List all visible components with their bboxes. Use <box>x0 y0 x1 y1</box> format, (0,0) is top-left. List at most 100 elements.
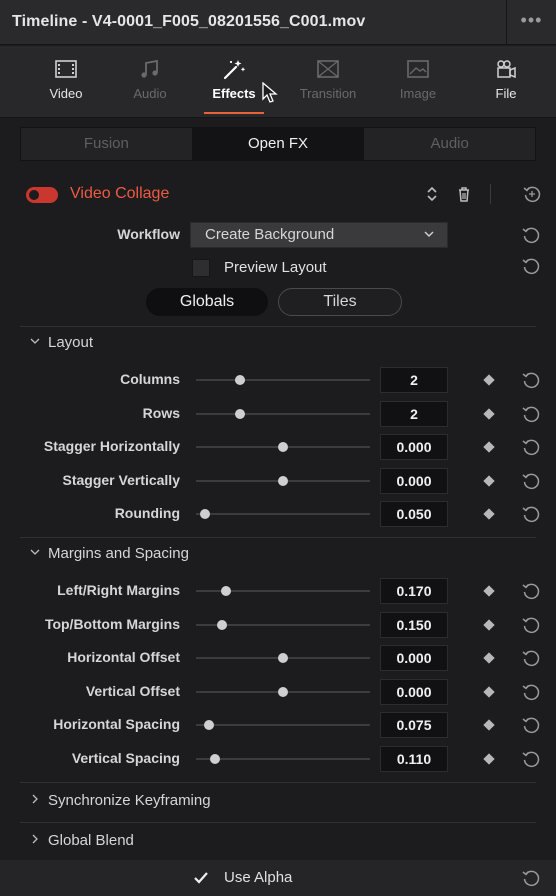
reset-icon[interactable] <box>521 648 541 668</box>
param-row-rows: Rows 2 <box>0 398 556 430</box>
vertical-spacing-slider[interactable] <box>196 753 370 764</box>
keyframe-diamond-icon[interactable] <box>483 585 495 597</box>
magic-wand-icon <box>223 60 246 80</box>
effect-header: Video Collage <box>12 176 552 212</box>
columns-value-field[interactable]: 2 <box>380 367 448 393</box>
stagger-vertically-value-field[interactable]: 0.000 <box>380 467 448 494</box>
keyframe-diamond-icon[interactable] <box>483 441 495 453</box>
keyframe-diamond-icon[interactable] <box>483 508 495 520</box>
margins-section-header[interactable]: Margins and Spacing <box>30 545 189 562</box>
left-right-margins-value-field[interactable]: 0.170 <box>380 578 448 604</box>
slider-thumb[interactable] <box>210 753 221 764</box>
stagger-vertically-slider[interactable] <box>196 475 370 486</box>
tab-audio[interactable]: Audio <box>110 46 190 118</box>
horizontal-offset-value-field[interactable]: 0.000 <box>380 645 448 671</box>
keyframe-diamond-icon[interactable] <box>483 752 495 765</box>
param-label: Stagger Horizontally <box>43 438 180 454</box>
chevron-right-icon <box>32 834 38 844</box>
synchronize-keyframing-section-header[interactable]: Synchronize Keyframing <box>30 792 211 809</box>
preview-layout-checkbox[interactable] <box>192 259 210 277</box>
top-bottom-margins-value-field[interactable]: 0.150 <box>380 611 448 638</box>
reset-icon[interactable] <box>521 581 541 601</box>
param-label: Top/Bottom Margins <box>44 615 180 632</box>
use-alpha-checkbox[interactable] <box>192 869 210 887</box>
vertical-spacing-value-field[interactable]: 0.110 <box>380 745 448 772</box>
effect-enable-toggle[interactable] <box>26 187 58 203</box>
reset-icon[interactable] <box>521 715 541 735</box>
reset-icon[interactable] <box>521 682 541 702</box>
left-right-margins-slider[interactable] <box>196 586 370 596</box>
active-tab-indicator <box>204 112 264 114</box>
tab-transition[interactable]: Transition <box>288 46 368 118</box>
tab-file-label: File <box>495 86 517 101</box>
rows-slider[interactable] <box>196 408 370 419</box>
param-row-columns: Columns 2 <box>0 364 556 396</box>
rounding-slider[interactable] <box>196 509 370 519</box>
trash-icon[interactable] <box>456 184 472 204</box>
param-label: Vertical Offset <box>85 682 180 699</box>
slider-thumb[interactable] <box>278 653 288 663</box>
tab-audio-label: Audio <box>133 86 167 101</box>
keyframe-diamond-icon[interactable] <box>483 374 495 386</box>
stagger-horizontally-value-field[interactable]: 0.000 <box>380 434 448 460</box>
reset-icon[interactable] <box>521 504 541 524</box>
param-row-vertical-spacing: Vertical Spacing 0.110 <box>0 743 556 775</box>
reset-icon[interactable] <box>521 471 541 491</box>
use-alpha-reset-icon[interactable] <box>521 868 541 888</box>
slider-thumb[interactable] <box>234 408 245 419</box>
section-divider <box>20 782 536 783</box>
horizontal-spacing-value-field[interactable]: 0.075 <box>380 712 448 738</box>
effect-name[interactable]: Video Collage <box>70 185 169 203</box>
param-row-horizontal-spacing: Horizontal Spacing 0.075 <box>0 709 556 741</box>
more-options-button[interactable]: ••• <box>506 0 556 45</box>
reset-icon[interactable] <box>521 749 541 769</box>
rows-value-field[interactable]: 2 <box>380 400 448 427</box>
reset-icon[interactable] <box>521 437 541 457</box>
subtab-fusion[interactable]: Fusion <box>21 128 193 160</box>
slider-thumb[interactable] <box>278 442 288 452</box>
param-label: Vertical Spacing <box>71 749 180 766</box>
vertical-offset-value-field[interactable]: 0.000 <box>380 678 448 705</box>
slider-thumb[interactable] <box>278 686 288 697</box>
subtab-audio[interactable]: Audio <box>364 128 535 160</box>
tab-file[interactable]: File <box>466 46 546 118</box>
horizontal-spacing-slider[interactable] <box>196 720 370 730</box>
reorder-updown-icon[interactable] <box>424 184 440 204</box>
vertical-offset-slider[interactable] <box>196 686 370 697</box>
keyframe-diamond-icon[interactable] <box>483 474 495 487</box>
subtab-open-fx[interactable]: Open FX <box>192 128 365 160</box>
effects-subtab-bar: Fusion Open FX Audio <box>20 127 536 161</box>
param-label: Stagger Vertically <box>62 471 180 488</box>
reset-icon[interactable] <box>521 615 541 635</box>
tab-video[interactable]: Video <box>26 46 106 118</box>
keyframe-diamond-icon[interactable] <box>483 685 495 698</box>
stagger-horizontally-slider[interactable] <box>196 442 370 452</box>
tab-image[interactable]: Image <box>378 46 458 118</box>
slider-thumb[interactable] <box>234 375 245 385</box>
rounding-value-field[interactable]: 0.050 <box>380 501 448 527</box>
reset-icon[interactable] <box>521 404 541 424</box>
slider-thumb[interactable] <box>278 475 288 486</box>
slider-thumb[interactable] <box>220 586 231 596</box>
top-bottom-margins-slider[interactable] <box>196 619 370 630</box>
globals-mode-button[interactable]: Globals <box>146 288 268 316</box>
keyframe-diamond-icon[interactable] <box>483 652 495 664</box>
reset-icon[interactable] <box>521 370 541 390</box>
global-blend-section-header[interactable]: Global Blend <box>30 832 134 849</box>
slider-thumb[interactable] <box>204 720 215 730</box>
preview-layout-reset-icon[interactable] <box>521 256 541 276</box>
layout-section-header[interactable]: Layout <box>30 334 93 351</box>
tiles-mode-button[interactable]: Tiles <box>278 288 402 316</box>
keyframe-diamond-icon[interactable] <box>483 618 495 631</box>
slider-thumb[interactable] <box>217 619 228 630</box>
effect-reset-icon[interactable] <box>522 184 542 204</box>
columns-slider[interactable] <box>196 375 370 385</box>
chevron-down-icon <box>30 338 40 344</box>
layout-section-title: Layout <box>48 334 94 351</box>
horizontal-offset-slider[interactable] <box>196 653 370 663</box>
workflow-reset-icon[interactable] <box>521 225 541 245</box>
workflow-dropdown[interactable]: Create Background <box>190 222 448 248</box>
slider-thumb[interactable] <box>199 509 210 519</box>
keyframe-diamond-icon[interactable] <box>483 719 495 731</box>
keyframe-diamond-icon[interactable] <box>483 407 495 420</box>
